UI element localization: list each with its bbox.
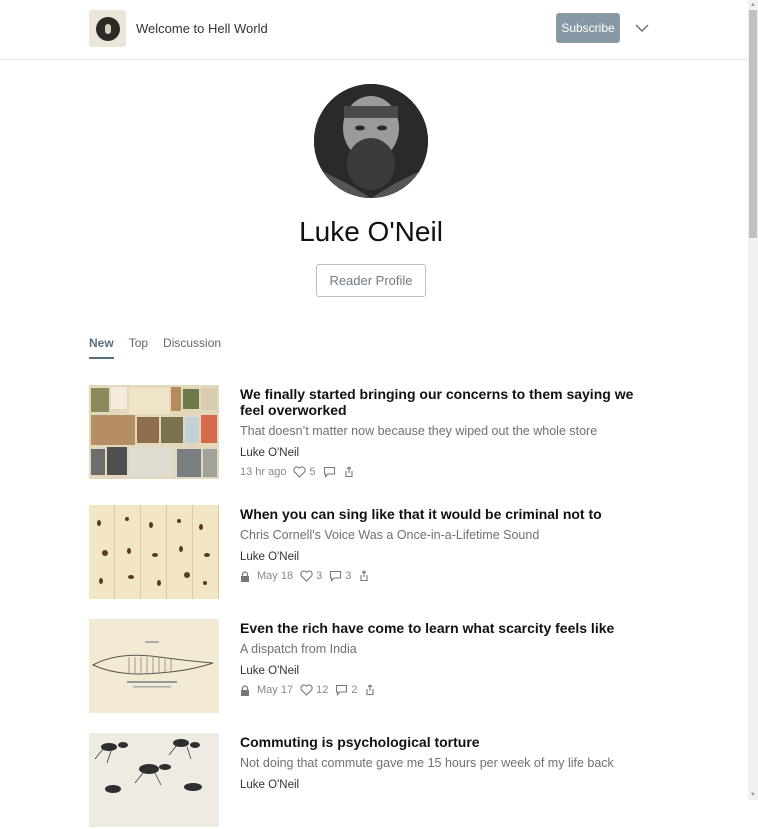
heart-icon[interactable]: [300, 684, 313, 696]
post-thumbnail[interactable]: [89, 505, 219, 599]
post-subtitle[interactable]: That doesn’t matter now because they wip…: [240, 424, 650, 438]
post-title[interactable]: We finally started bringing our concerns…: [240, 386, 650, 418]
post-date: May 18: [257, 570, 294, 582]
top-bar: Welcome to Hell World Subscribe: [0, 0, 748, 60]
post-meta: May 17 12 2: [240, 684, 650, 696]
post-subtitle[interactable]: A dispatch from India: [240, 642, 650, 656]
post-author[interactable]: Luke O'Neil: [240, 447, 650, 459]
reader-profile-button[interactable]: Reader Profile: [316, 264, 426, 297]
profile-name: Luke O'Neil: [299, 216, 443, 247]
logo-emblem: [95, 16, 120, 41]
post-meta: 13 hr ago 5: [240, 466, 650, 478]
publication-name[interactable]: Welcome to Hell World: [136, 21, 268, 36]
post-meta: May 18 3 3: [240, 570, 650, 582]
post-subtitle[interactable]: Chris Cornell's Voice Was a Once-in-a-Li…: [240, 528, 650, 542]
scrollbar-thumb[interactable]: [749, 10, 757, 238]
comment-count: 3: [345, 570, 352, 582]
post-item[interactable]: We finally started bringing our concerns…: [89, 385, 649, 481]
page-scrollbar[interactable]: ▲ ▼: [748, 0, 758, 800]
heart-icon[interactable]: [300, 570, 313, 582]
lock-icon: [241, 570, 249, 582]
tab-discussion[interactable]: Discussion: [163, 336, 221, 359]
subscribe-button[interactable]: Subscribe: [556, 13, 620, 43]
comment-icon[interactable]: [329, 570, 342, 582]
share-icon[interactable]: [358, 570, 370, 582]
lock-icon: [241, 684, 249, 696]
post-author[interactable]: Luke O'Neil: [240, 779, 650, 791]
share-icon[interactable]: [364, 684, 376, 696]
post-author[interactable]: Luke O'Neil: [240, 551, 650, 563]
post-title[interactable]: Even the rich have come to learn what sc…: [240, 620, 650, 636]
post-tabs: New Top Discussion: [89, 336, 221, 359]
post-date: May 17: [257, 684, 294, 696]
post-subtitle[interactable]: Not doing that commute gave me 15 hours …: [240, 756, 650, 770]
chevron-down-icon[interactable]: [634, 22, 650, 34]
post-thumbnail[interactable]: [89, 385, 219, 479]
heart-icon[interactable]: [293, 466, 307, 478]
post-thumbnail[interactable]: [89, 619, 219, 713]
post-author[interactable]: Luke O'Neil: [240, 665, 650, 677]
post-title[interactable]: Commuting is psychological torture: [240, 734, 650, 750]
post-body: We finally started bringing our concerns…: [240, 385, 650, 478]
scroll-down-icon[interactable]: ▼: [750, 792, 756, 798]
post-item[interactable]: When you can sing like that it would be …: [89, 505, 649, 601]
post-body: Commuting is psychological torture Not d…: [240, 733, 650, 791]
tab-top[interactable]: Top: [129, 336, 148, 359]
comment-icon[interactable]: [335, 684, 348, 696]
like-count: 12: [316, 684, 329, 696]
like-count: 3: [316, 570, 323, 582]
comment-icon[interactable]: [323, 466, 336, 478]
like-count: 5: [309, 466, 316, 478]
post-title[interactable]: When you can sing like that it would be …: [240, 506, 650, 522]
publication-logo-icon[interactable]: [89, 10, 126, 47]
post-body: When you can sing like that it would be …: [240, 505, 650, 582]
post-body: Even the rich have come to learn what sc…: [240, 619, 650, 696]
share-icon[interactable]: [343, 466, 355, 478]
tab-new[interactable]: New: [89, 336, 114, 359]
scroll-up-icon[interactable]: ▲: [750, 2, 756, 8]
post-thumbnail[interactable]: [89, 733, 219, 827]
comment-count: 2: [351, 684, 358, 696]
post-date: 13 hr ago: [240, 466, 287, 478]
avatar: [314, 84, 428, 198]
post-item[interactable]: Even the rich have come to learn what sc…: [89, 619, 649, 715]
post-item[interactable]: Commuting is psychological torture Not d…: [89, 733, 649, 829]
